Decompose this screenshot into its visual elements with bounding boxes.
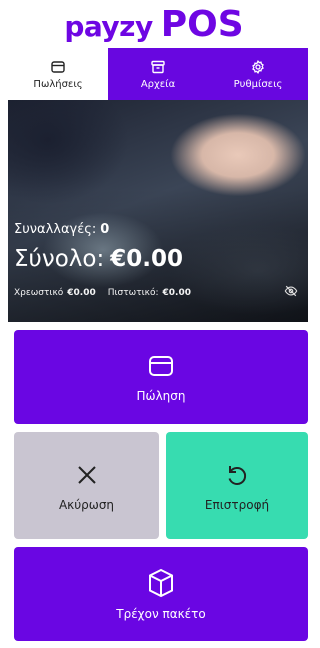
debit-credit-row: Χρεωστικό €0.00 Πιστωτικό: €0.00 <box>14 288 203 298</box>
current-batch-button[interactable]: Τρέχον πακέτο <box>14 547 308 641</box>
logo-text: payzy <box>64 10 153 43</box>
tab-sales[interactable]: Πωλήσεις <box>8 48 108 100</box>
tab-settings[interactable]: Ρυθμίσεις <box>208 48 308 100</box>
tab-label: Ρυθμίσεις <box>233 78 283 90</box>
card-icon <box>149 356 173 376</box>
total-value: €0.00 <box>110 246 183 272</box>
credit-value: €0.00 <box>162 288 191 298</box>
debit-label: Χρεωστικό <box>14 288 64 298</box>
app-logo: payzy POS <box>0 4 308 48</box>
close-icon <box>77 465 96 484</box>
summary-panel: Συναλλαγές: 0 Σύνολο: €0.00 Χρεωστικό €0.00… <box>8 100 308 322</box>
gear-icon <box>252 59 264 74</box>
card-icon <box>51 60 65 73</box>
sale-label: Πώληση <box>136 389 186 403</box>
logo-pos-text: POS <box>160 4 244 45</box>
tab-archives[interactable]: Αρχεία <box>108 48 208 100</box>
tab-bar: Πωλήσεις Αρχεία Ρυθμίσεις <box>8 48 308 100</box>
total-row: Σύνολο: €0.00 <box>14 246 183 272</box>
transactions-label: Συναλλαγές: <box>14 222 97 237</box>
tab-label: Αρχεία <box>140 78 176 90</box>
cancel-label: Ακύρωση <box>58 497 115 512</box>
credit-label: Πιστωτικό: <box>107 288 159 298</box>
eye-off-icon[interactable] <box>284 284 298 298</box>
transactions-value: 0 <box>100 222 110 237</box>
cancel-button[interactable]: Ακύρωση <box>14 432 159 539</box>
transactions-row: Συναλλαγές: 0 <box>14 222 109 237</box>
total-label: Σύνολο: <box>14 246 105 272</box>
tab-label: Πωλήσεις <box>33 78 83 90</box>
package-icon <box>149 568 173 598</box>
archive-icon <box>151 60 165 73</box>
debit-value: €0.00 <box>67 288 96 298</box>
refresh-icon <box>228 465 247 485</box>
sale-button[interactable]: Πώληση <box>14 330 308 424</box>
refund-button[interactable]: Επιστροφή <box>166 432 308 539</box>
refund-label: Επιστροφή <box>204 497 270 512</box>
current-batch-label: Τρέχον πακέτο <box>116 607 206 621</box>
